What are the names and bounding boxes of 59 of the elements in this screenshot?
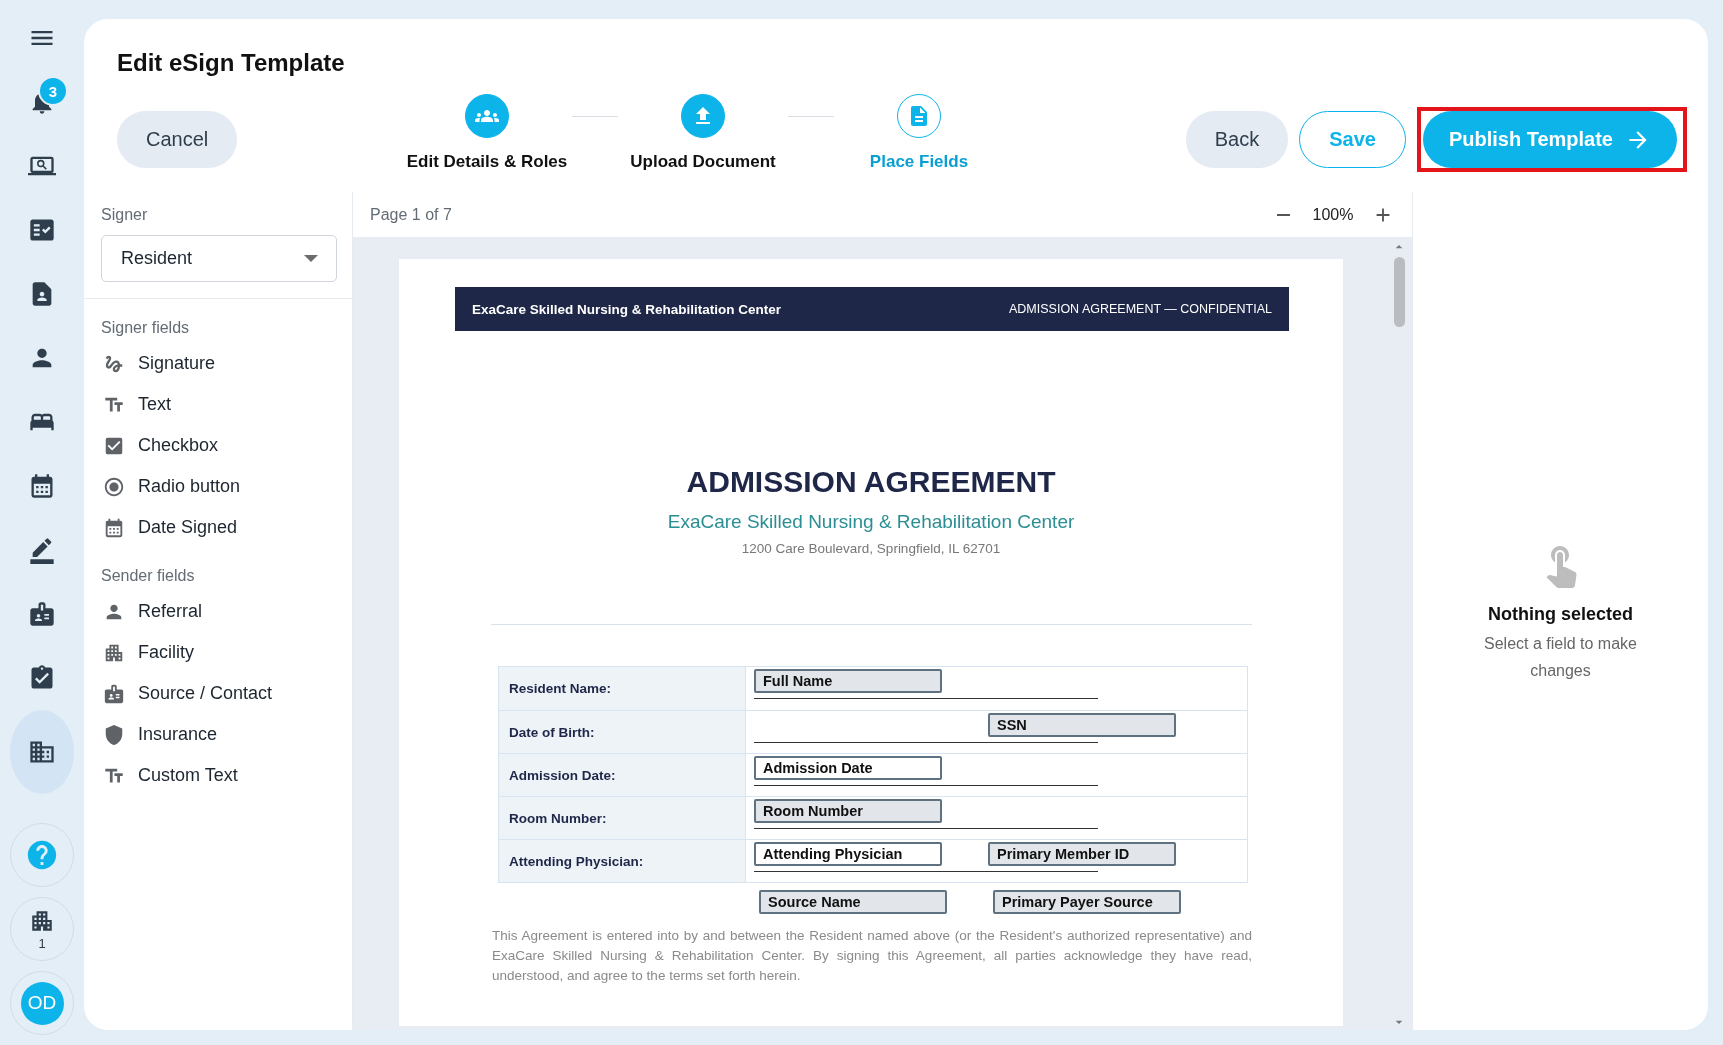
scrollbar-thumb[interactable] [1393,257,1405,327]
calendar-icon [103,516,125,539]
field-type-item[interactable]: Date Signed [101,507,238,548]
signer-select[interactable]: Resident [101,235,337,282]
avatar: OD [20,981,64,1025]
shield-icon [103,723,125,746]
field-type-item[interactable]: Checkbox [101,425,219,466]
field-tag[interactable]: Source Name [759,890,947,914]
notification-badge: 3 [38,76,68,106]
field-tag[interactable]: Admission Date [754,756,942,780]
table-cell: Attending Physician: [499,839,746,882]
field-type-item[interactable]: Facility [101,632,194,673]
section-label: Sender fields [101,567,196,585]
people-icon [465,94,509,138]
table-cell: Date of Birth: [499,710,746,753]
id-badge-icon [28,600,56,628]
document-title: ADMISSION AGREEMENT [685,464,1057,500]
facility-button[interactable]: 1 [10,897,74,961]
document-subtitle: ExaCare Skilled Nursing & Rehabilitation Center [666,511,1076,533]
minus-icon [1277,213,1290,216]
field-type-item[interactable]: Source / Contact [101,673,273,714]
agreement-paragraph: This Agreement is entered into by and between the Resident named above (or the Resident's authorized representative) and ExaCare Skilled Nursing & Rehabilitation Center. By signing this Agreement, all parties acknowledge they have read, understood, and agree to the terms set forth herein. [492,927,1252,985]
field-type-item[interactable]: Signature [101,343,216,384]
help-icon [25,838,59,872]
document-icon [897,94,941,138]
page-title: Edit eSign Template [117,48,346,78]
field-tag[interactable]: SSN [988,713,1176,737]
field-tag[interactable]: Full Name [754,669,942,693]
table-cell: Admission Date: [499,753,746,796]
section-label: Signer fields [101,319,191,337]
upload-icon [681,94,725,138]
table-cell: Room Number: [499,796,746,839]
radio-icon [103,475,125,498]
field-tag[interactable]: Room Number [754,799,942,823]
page-indicator: Page 1 of 7 [370,205,452,224]
empty-state-title: Nothing selected [1488,604,1633,625]
cancel-button[interactable]: Cancel [117,111,238,168]
step-tab[interactable]: Upload Document [618,94,788,172]
zoom-level: 100% [1311,205,1355,224]
section-label: Signer [101,206,149,224]
header-text: ADMISSION AGREEMENT — CONFIDENTIAL [1009,302,1272,316]
empty-state-hint: Select a field to make changes [1483,634,1638,681]
caret-icon [304,255,318,262]
field-tag[interactable]: Primary Payer Source [993,890,1181,914]
table-cell: Resident Name: [499,667,746,710]
back-button[interactable]: Back [1185,111,1289,168]
id-badge-icon [103,682,125,705]
document-address: 1200 Care Boulevard, Springfield, IL 62701 [740,541,1002,556]
step-tab[interactable]: Edit Details & Roles [402,94,572,172]
field-type-item[interactable]: Text [101,384,171,425]
field-type-item[interactable]: Referral [101,591,203,632]
facility-count: 1 [38,935,46,951]
field-tag[interactable]: Primary Member ID [988,842,1176,866]
pen-icon [28,536,56,564]
header-text: ExaCare Skilled Nursing & Rehabilitation Center [472,301,782,317]
field-type-item[interactable]: Radio button [101,466,241,507]
field-tag[interactable]: Attending Physician [754,842,942,866]
field-type-item[interactable]: Custom Text [101,755,238,796]
field-type-item[interactable]: Insurance [101,714,218,755]
